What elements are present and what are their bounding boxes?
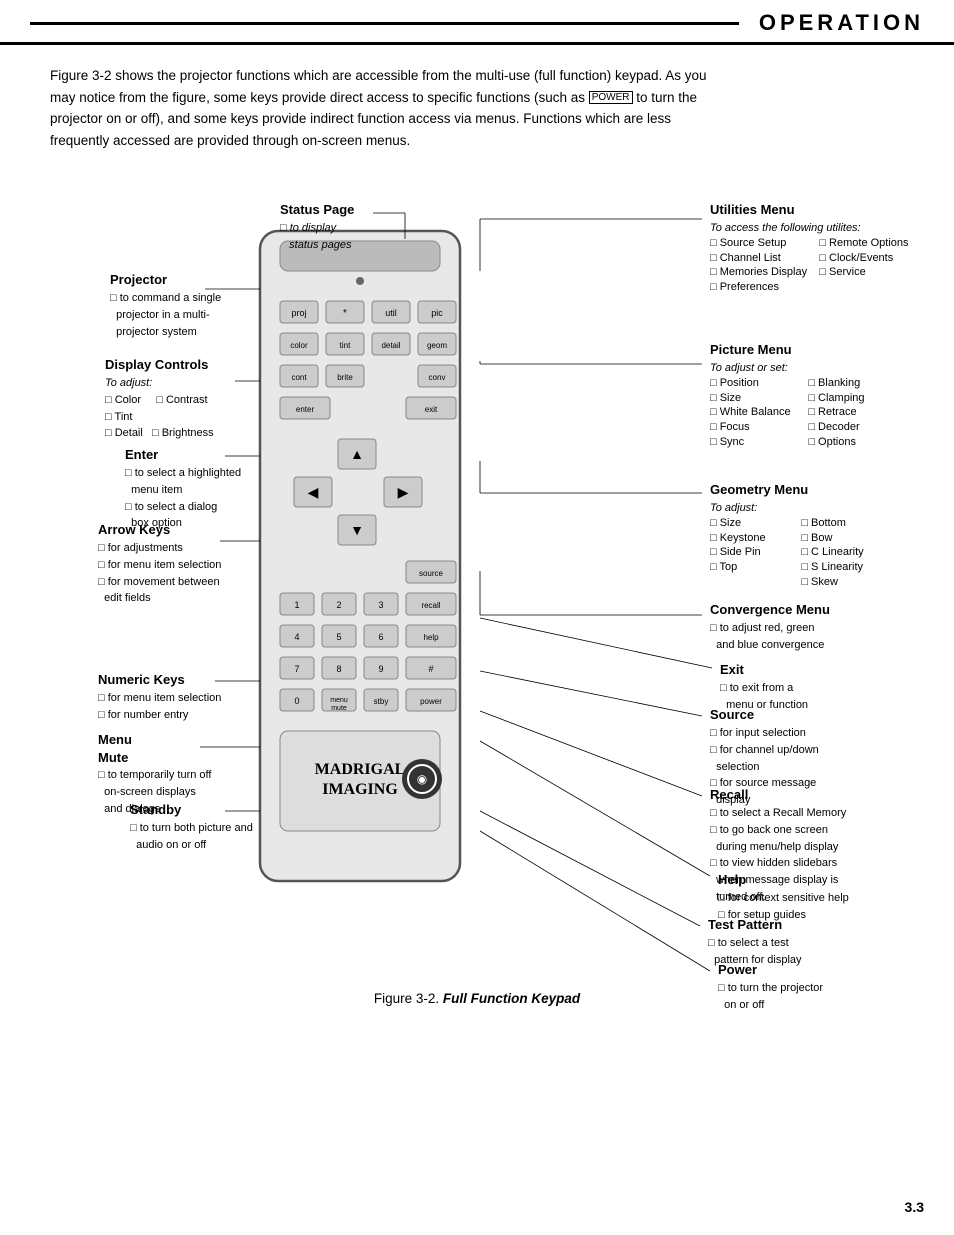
svg-text:1: 1: [294, 600, 299, 610]
caption-italic: Full Function Keypad: [443, 991, 580, 1006]
svg-text:3: 3: [378, 600, 383, 610]
enter-label: Enter □ to select a highlighted menu ite…: [125, 446, 241, 531]
svg-text:#: #: [428, 664, 433, 674]
svg-text:color: color: [290, 341, 308, 350]
svg-text:9: 9: [378, 664, 383, 674]
page-header: OPERATION: [0, 0, 954, 45]
status-page-title: Status Page: [280, 202, 354, 217]
power-title: Power: [718, 962, 757, 977]
header-title: OPERATION: [759, 10, 924, 36]
menu-mute-title: MenuMute: [98, 732, 132, 765]
svg-text:menu: menu: [330, 697, 348, 704]
arrow-keys-title: Arrow Keys: [98, 522, 170, 537]
page-number: 3.3: [905, 1199, 924, 1215]
svg-text:▼: ▼: [350, 522, 364, 538]
test-pattern-title: Test Pattern: [708, 917, 782, 932]
geometry-menu-label: Geometry Menu To adjust: □ Size□ Keyston…: [710, 481, 864, 590]
power-label: Power □ to turn the projector on or off: [718, 961, 823, 1012]
svg-text:geom: geom: [427, 341, 447, 350]
exit-title: Exit: [720, 662, 744, 677]
svg-text:conv: conv: [429, 373, 446, 382]
projector-label: Projector □ to command a single projecto…: [110, 271, 221, 339]
header-line: [30, 22, 739, 25]
svg-text:8: 8: [336, 664, 341, 674]
svg-text:◉: ◉: [417, 772, 427, 786]
exit-label: Exit □ to exit from a menu or function: [720, 661, 808, 712]
standby-title: Standby: [130, 802, 181, 817]
intro-paragraph: Figure 3-2 shows the projector functions…: [50, 65, 730, 151]
svg-text:util: util: [385, 308, 397, 318]
convergence-menu-label: Convergence Menu □ to adjust red, green …: [710, 601, 830, 652]
svg-text:stby: stby: [374, 697, 389, 706]
numeric-keys-title: Numeric Keys: [98, 672, 185, 687]
source-title: Source: [710, 707, 754, 722]
picture-menu-title: Picture Menu: [710, 342, 792, 357]
numeric-keys-label: Numeric Keys □ for menu item selection□ …: [98, 671, 221, 722]
svg-text:recall: recall: [421, 601, 440, 610]
help-title: Help: [718, 872, 746, 887]
svg-text:help: help: [423, 633, 439, 642]
enter-title: Enter: [125, 447, 158, 462]
svg-text:▲: ▲: [350, 446, 364, 462]
display-controls-label: Display Controls To adjust: □ Color □ Co…: [105, 356, 214, 441]
recall-title: Recall: [710, 787, 748, 802]
test-pattern-label: Test Pattern □ to select a test pattern …: [708, 916, 802, 967]
utilities-menu-label: Utilities Menu To access the following u…: [710, 201, 909, 295]
geometry-menu-title: Geometry Menu: [710, 482, 808, 497]
utilities-menu-title: Utilities Menu: [710, 202, 795, 217]
svg-text:detail: detail: [381, 341, 400, 350]
diagram-container: proj * util pic color tint detail geom c…: [50, 171, 910, 981]
svg-text:*: *: [343, 308, 347, 319]
svg-text:◀: ◀: [308, 484, 319, 500]
svg-text:5: 5: [336, 632, 341, 642]
svg-text:4: 4: [294, 632, 299, 642]
remote-control-image: proj * util pic color tint detail geom c…: [250, 221, 540, 901]
projector-title: Projector: [110, 272, 167, 287]
svg-text:0: 0: [294, 696, 299, 706]
convergence-menu-title: Convergence Menu: [710, 602, 830, 617]
svg-text:tint: tint: [340, 341, 351, 350]
svg-text:power: power: [420, 697, 442, 706]
status-page-label: Status Page □ to display status pages: [280, 201, 354, 252]
display-controls-title: Display Controls: [105, 357, 208, 372]
svg-text:mute: mute: [331, 705, 347, 712]
help-label: Help □ for context sensitive help□ for s…: [718, 871, 849, 922]
svg-text:cont: cont: [291, 373, 307, 382]
svg-text:proj: proj: [291, 308, 306, 318]
svg-text:MADRIGAL: MADRIGAL: [315, 761, 406, 778]
picture-menu-label: Picture Menu To adjust or set: □ Positio…: [710, 341, 865, 450]
svg-text:exit: exit: [425, 405, 438, 414]
svg-text:pic: pic: [431, 308, 443, 318]
svg-text:7: 7: [294, 664, 299, 674]
page-content: Figure 3-2 shows the projector functions…: [0, 45, 954, 1026]
svg-text:brite: brite: [337, 373, 353, 382]
arrow-keys-label: Arrow Keys □ for adjustments□ for menu i…: [98, 521, 221, 606]
svg-text:6: 6: [378, 632, 383, 642]
svg-text:enter: enter: [296, 405, 315, 414]
caption-label: Figure 3-2.: [374, 991, 439, 1006]
svg-text:▶: ▶: [398, 484, 409, 500]
standby-label: Standby □ to turn both picture and audio…: [130, 801, 253, 852]
svg-text:source: source: [419, 569, 444, 578]
svg-text:IMAGING: IMAGING: [322, 781, 398, 798]
svg-text:2: 2: [336, 600, 341, 610]
